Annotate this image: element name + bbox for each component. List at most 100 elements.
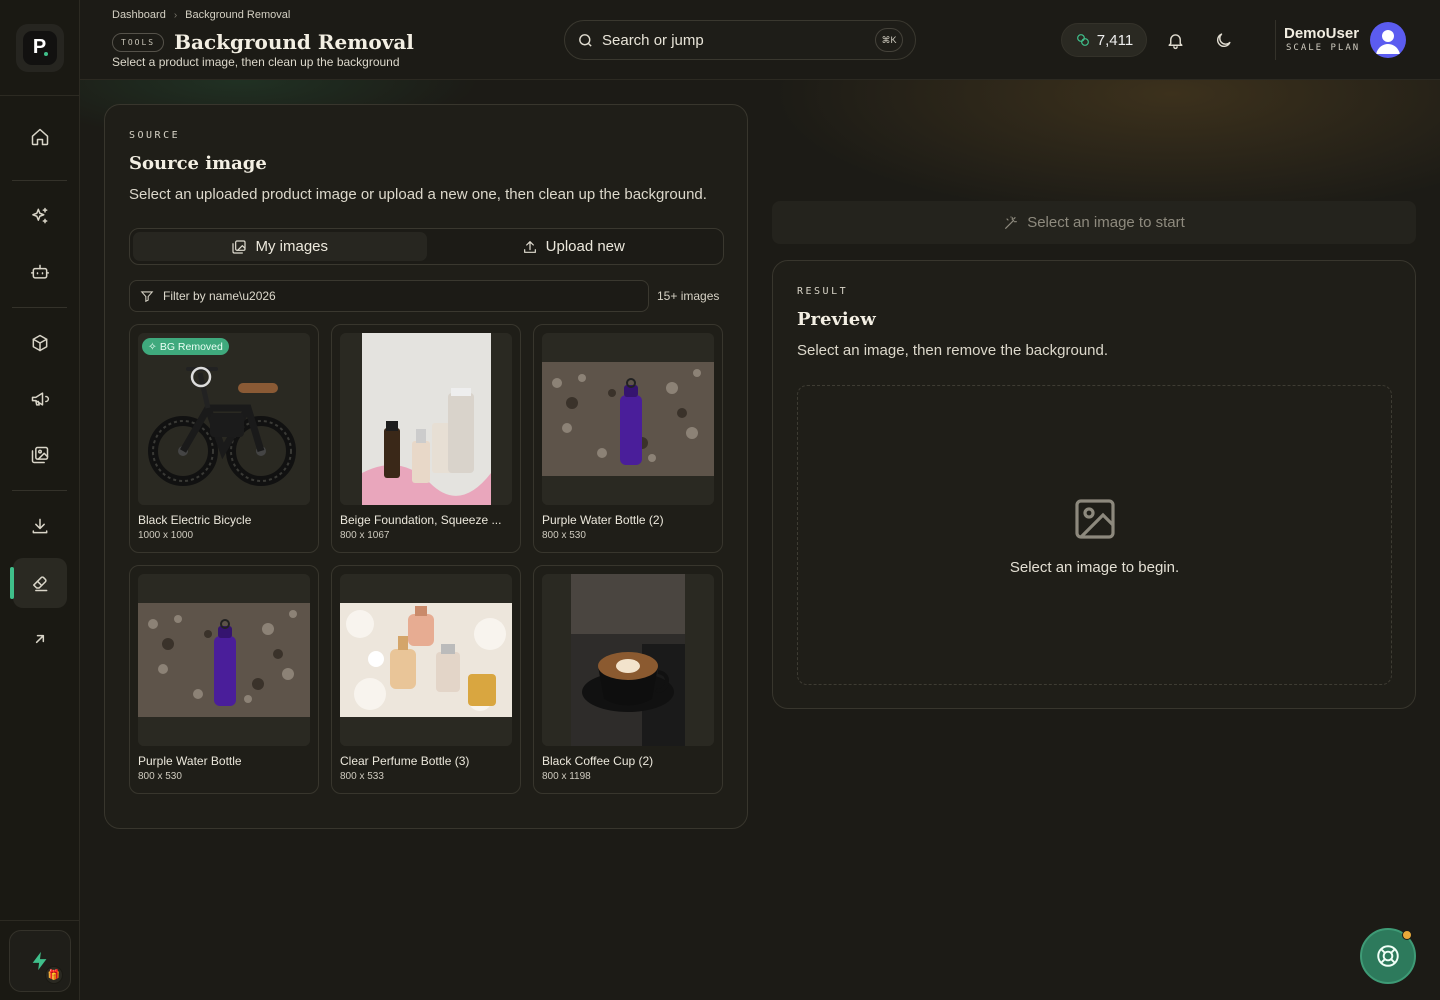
bottle-thumbnail [542,333,714,505]
user-plan: SCALE PLAN [1286,43,1361,53]
tile-dimensions: 1000 x 1000 [138,530,194,541]
sparkles-icon [32,207,48,224]
sidebar-item-home[interactable] [13,112,67,162]
tile-dimensions: 800 x 530 [138,771,182,782]
image-tile[interactable]: Beige Foundation, Squeeze ... 800 x 1067 [331,324,521,553]
breadcrumb-current: Background Removal [185,9,291,21]
source-description: Select an uploaded product image or uplo… [129,186,707,203]
tile-name: Black Electric Bicycle [138,513,252,527]
breadcrumb: Dashboard › Background Removal [112,9,290,21]
sidebar-item-downloads[interactable] [13,501,67,551]
tile-dimensions: 800 x 1067 [340,530,390,541]
page-title: Background Removal [174,30,414,54]
notifications-button[interactable] [1163,28,1187,52]
coffee-image [542,574,714,746]
result-panel: RESULT Preview Select an image, then rem… [772,260,1416,709]
theme-toggle-button[interactable] [1211,28,1235,52]
tab-my-images[interactable]: My images [133,232,427,261]
tile-dimensions: 800 x 533 [340,771,384,782]
search-bar[interactable]: ⌘K [564,20,916,60]
logo-area: P [0,0,79,96]
tile-name: Beige Foundation, Squeeze ... [340,513,502,527]
sidebar-footer: 🎁 [0,920,80,1000]
filter-icon [140,291,154,303]
title-row: TOOLS Background Removal [112,30,414,54]
image-count: 15+ images [657,289,720,303]
image-tile[interactable]: Black Coffee Cup (2) 800 x 1198 [533,565,723,794]
source-title: Source image [129,153,267,174]
image-tile[interactable]: ✧ BG Removed Black Electric Bicycle 1000 … [129,324,319,553]
sidebar-item-ai[interactable] [13,191,67,241]
credits-badge[interactable]: 7,411 [1061,23,1147,57]
foundation-thumbnail [340,333,512,505]
megaphone-icon [31,392,50,406]
empty-message: Select an image to begin. [1009,558,1180,576]
shortcut-hint: ⌘K [875,28,903,52]
tab-upload-label: Upload new [545,238,625,255]
start-hint-label: Select an image to start [1027,214,1185,231]
perfume-image [340,574,512,746]
bottle-image [138,574,310,746]
bg-removed-badge: ✧ BG Removed [142,338,229,355]
start-button[interactable]: Select an image to start [772,201,1416,244]
chevron-right-icon: › [173,9,178,21]
section-pill: TOOLS [112,32,165,52]
sparkle-icon: ✧ [148,340,157,353]
sidebar-item-bot[interactable] [13,247,67,297]
moon-icon [1216,32,1231,47]
logo-mark: P [22,30,57,65]
preview-area: Select an image to begin. [797,385,1392,685]
tile-dimensions: 800 x 530 [542,530,586,541]
home-icon [31,128,49,146]
tile-dimensions: 800 x 1198 [542,771,591,782]
bell-icon [1167,33,1183,49]
source-eyebrow: SOURCE [129,130,181,141]
user-name[interactable]: DemoUser [1284,25,1359,42]
sidebar-item-background-removal[interactable] [10,558,67,608]
sidebar-item-products[interactable] [13,318,67,368]
upload-icon [523,240,536,253]
download-icon [32,518,48,534]
help-button[interactable] [1360,928,1416,984]
image-tile[interactable]: Purple Water Bottle (2) 800 x 530 [533,324,723,553]
bottle-image [542,333,714,505]
perfume-thumbnail [340,574,512,746]
sidebar-item-campaigns[interactable] [13,374,67,424]
upgrade-button[interactable]: 🎁 [9,930,71,992]
bot-icon [30,264,50,279]
search-icon [579,33,592,47]
page-subtitle: Select a product image, then clean up th… [112,55,400,69]
sidebar-item-external[interactable] [13,614,67,664]
notification-dot [1402,930,1412,940]
top-header: Dashboard › Background Removal TOOLS Bac… [80,0,1440,80]
sidebar: P 🎁 [0,0,80,1000]
breadcrumb-home[interactable]: Dashboard [112,9,166,21]
image-placeholder-icon [1074,498,1115,539]
credits-value: 7,411 [1096,31,1134,49]
sidebar-item-gallery[interactable] [13,430,67,480]
images-icon [232,239,247,254]
image-tile[interactable]: Purple Water Bottle 800 x 530 [129,565,319,794]
avatar[interactable] [1370,22,1406,58]
box-icon [32,334,48,352]
gift-icon: 🎁 [45,966,63,984]
filter-input[interactable] [163,289,638,303]
foundation-image [340,333,512,505]
app-logo[interactable]: P [15,23,64,72]
user-icon [1376,30,1400,54]
bicycle-thumbnail: ✧ BG Removed [138,333,310,505]
source-panel: SOURCE Source image Select an uploaded p… [104,104,748,829]
eraser-icon [33,576,48,592]
lifebuoy-icon [1377,945,1399,967]
result-eyebrow: RESULT [797,286,849,297]
bottle-thumbnail [138,574,310,746]
tile-name: Purple Water Bottle [138,754,242,768]
coins-icon [1076,34,1089,46]
search-input[interactable] [602,31,875,49]
image-tile[interactable]: Clear Perfume Bottle (3) 800 x 533 [331,565,521,794]
filter-bar[interactable] [129,280,649,312]
images-icon [31,446,49,464]
tab-upload-new[interactable]: Upload new [427,232,721,261]
tab-my-images-label: My images [255,238,329,255]
coffee-thumbnail [542,574,714,746]
